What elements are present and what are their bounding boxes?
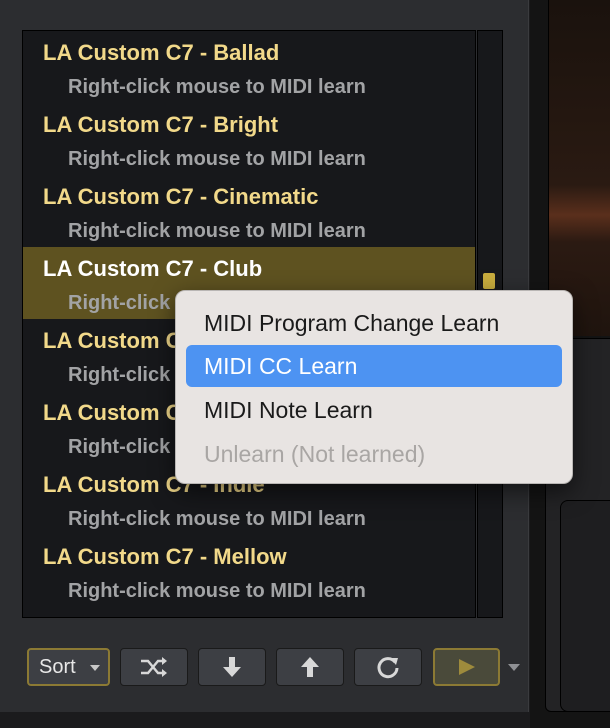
preset-name: LA Custom C7 - Cinematic xyxy=(43,184,319,209)
preset-item-ballad[interactable]: LA Custom C7 - Ballad Right-click mouse … xyxy=(23,31,475,103)
arrow-up-icon xyxy=(301,657,319,677)
midi-learn-hint: Right-click mouse to MIDI learn xyxy=(68,580,366,602)
preset-name: LA Custom C7 - Ballad xyxy=(43,40,280,65)
shuffle-icon xyxy=(141,657,167,677)
previous-preset-button[interactable] xyxy=(276,648,344,686)
chevron-down-icon xyxy=(90,665,100,671)
preset-item-mellow[interactable]: LA Custom C7 - Mellow Right-click mouse … xyxy=(23,535,475,607)
shuffle-button[interactable] xyxy=(120,648,188,686)
play-button[interactable] xyxy=(433,648,500,686)
sort-button[interactable]: Sort xyxy=(27,648,110,686)
next-preset-button[interactable] xyxy=(198,648,266,686)
play-icon xyxy=(458,659,475,675)
refresh-button[interactable] xyxy=(354,648,422,686)
piano-image xyxy=(548,0,610,336)
preset-name: LA Custom C7 - Club xyxy=(43,256,263,281)
midi-learn-hint: Right-click mouse to MIDI learn xyxy=(68,148,366,170)
menu-item-note-learn[interactable]: MIDI Note Learn xyxy=(186,389,562,431)
preset-name: LA Custom C7 - Bright xyxy=(43,112,279,137)
scrollbar-thumb[interactable] xyxy=(483,273,495,289)
options-menu-chevron-icon[interactable] xyxy=(508,664,520,671)
sort-label: Sort xyxy=(39,655,76,678)
menu-item-program-change-learn[interactable]: MIDI Program Change Learn xyxy=(186,302,562,344)
menu-item-unlearn: Unlearn (Not learned) xyxy=(204,441,426,467)
refresh-icon xyxy=(377,657,399,679)
preset-name: LA Custom C7 - Mellow xyxy=(43,544,287,569)
preset-item-cinematic[interactable]: LA Custom C7 - Cinematic Right-click mou… xyxy=(23,175,475,247)
context-menu: MIDI Program Change Learn MIDI CC Learn … xyxy=(175,290,573,484)
midi-learn-hint: Right-click mouse to MIDI learn xyxy=(68,508,366,530)
side-panel-inner xyxy=(560,500,610,712)
midi-learn-hint: Right-click mouse to MIDI learn xyxy=(68,220,366,242)
midi-learn-hint: Right-click mouse to MIDI learn xyxy=(68,76,366,98)
preset-item-bright[interactable]: LA Custom C7 - Bright Right-click mouse … xyxy=(23,103,475,175)
menu-item-cc-learn[interactable]: MIDI CC Learn xyxy=(186,345,562,387)
arrow-down-icon xyxy=(223,657,241,677)
